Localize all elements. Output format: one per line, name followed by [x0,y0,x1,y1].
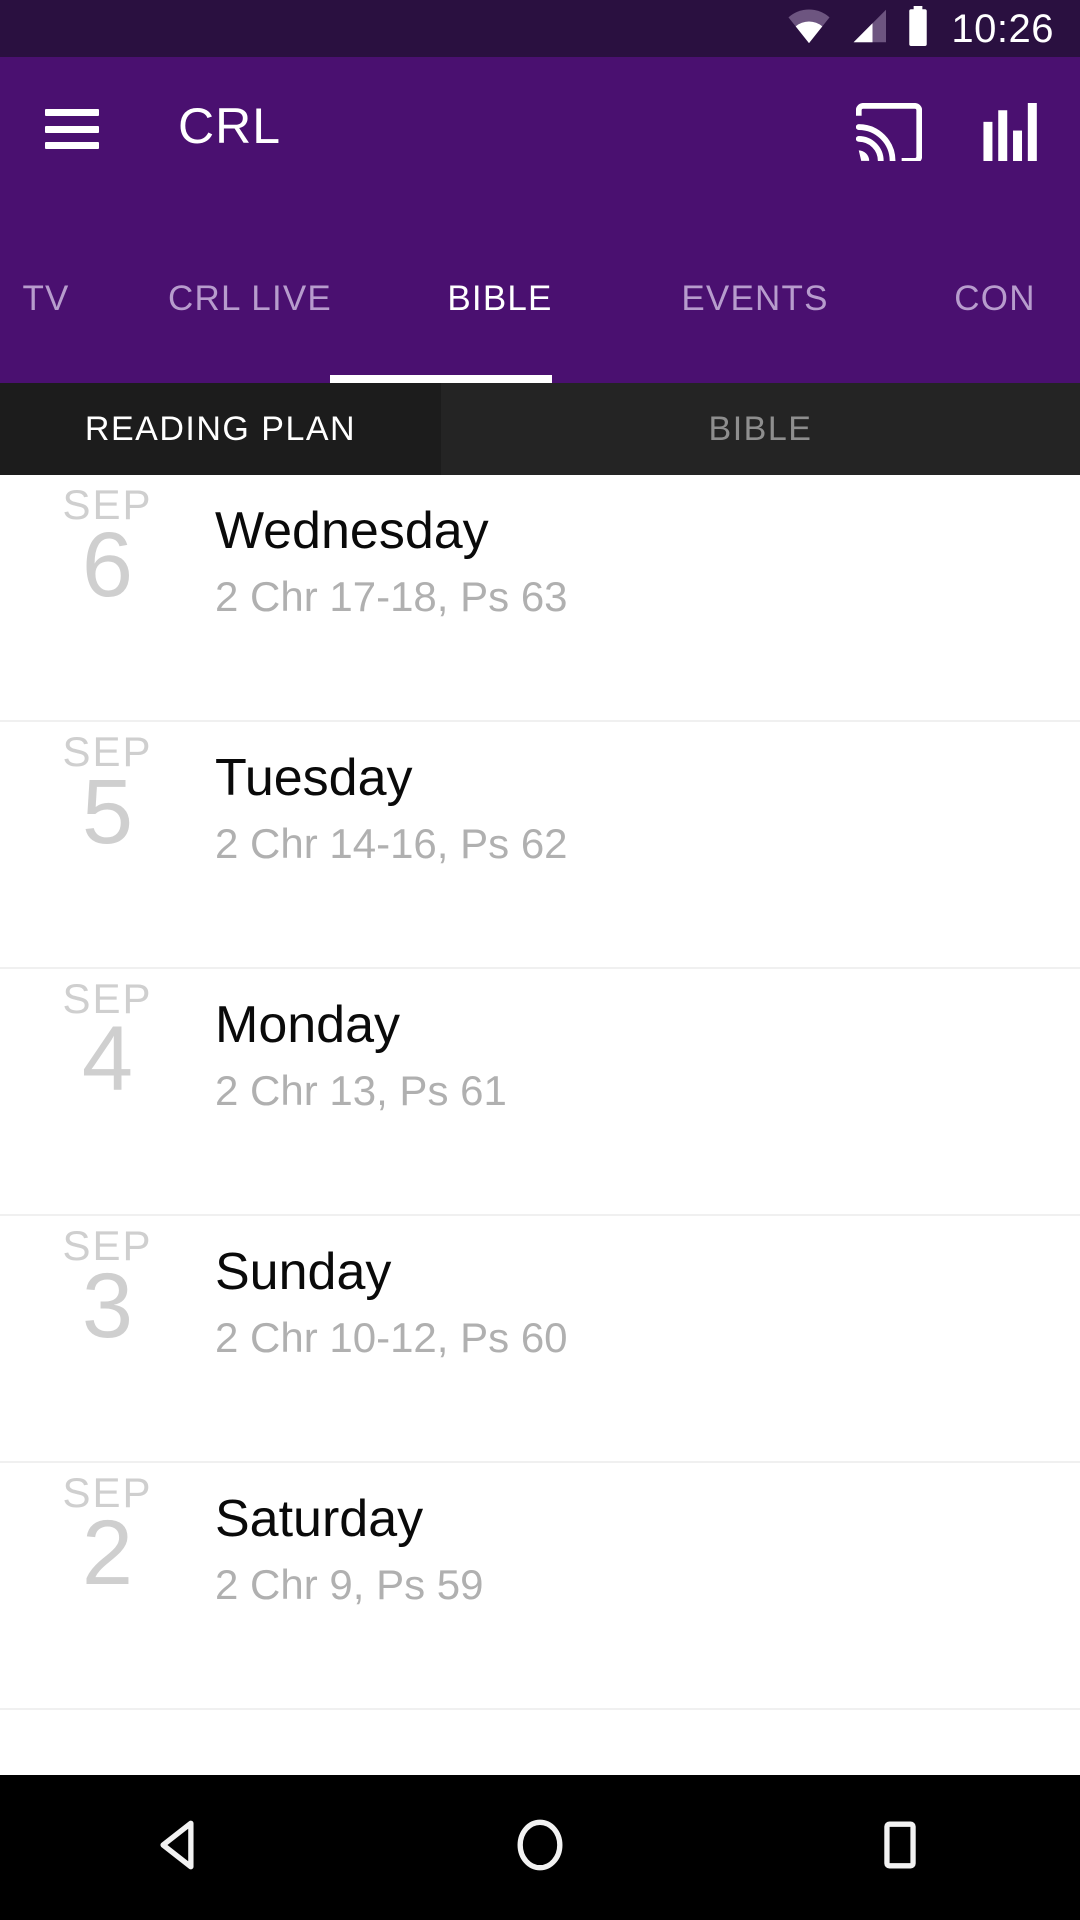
hamburger-menu-icon[interactable] [45,109,99,149]
passage-label: 2 Chr 14-16, Ps 62 [215,820,568,868]
day-number: 5 [81,761,134,864]
system-navigation-bar [0,1775,1080,1920]
tab-label: CON [954,279,1036,318]
app-bar: CRL [0,57,1080,215]
tab-bible[interactable]: BIBLE [370,215,630,383]
day-number: 6 [81,514,134,617]
subtab-bible[interactable]: BIBLE [441,383,1080,475]
status-bar-clock: 10:26 [951,6,1054,51]
date-column: SEP 2 [0,1463,215,1605]
table-row[interactable]: SEP 2 Saturday 2 Chr 9, Ps 59 [0,1463,1080,1710]
weekday-label: Wednesday [215,502,489,560]
weekday-label: Sunday [215,1243,392,1301]
status-icons [787,6,931,51]
wifi-icon [787,8,831,49]
status-bar: 10:26 [0,0,1080,57]
back-button[interactable] [105,1775,255,1920]
home-button[interactable] [465,1775,615,1920]
passage-label: 2 Chr 13, Ps 61 [215,1067,507,1115]
cast-icon[interactable] [855,102,923,166]
tab-events[interactable]: EVENTS [630,215,880,383]
subtab-reading-plan[interactable]: READING PLAN [0,383,441,475]
tab-label: TV [22,279,70,318]
tab-connect[interactable]: CON [880,215,1080,383]
battery-icon [905,6,931,51]
entry-text: Monday 2 Chr 13, Ps 61 [215,969,507,1114]
passage-label: 2 Chr 17-18, Ps 63 [215,573,568,621]
entry-text: Sunday 2 Chr 10-12, Ps 60 [215,1216,568,1361]
day-number: 4 [81,1008,134,1111]
active-tab-indicator [330,375,552,383]
recents-square-icon [871,1816,929,1879]
weekday-label: Monday [215,996,400,1054]
recents-button[interactable] [825,1775,975,1920]
equalizer-icon[interactable] [982,103,1040,166]
date-column: SEP 6 [0,475,215,617]
entry-text: Tuesday 2 Chr 14-16, Ps 62 [215,722,568,867]
page-title: CRL [178,98,282,154]
passage-label: 2 Chr 10-12, Ps 60 [215,1314,568,1362]
secondary-tab-bar: READING PLAN BIBLE [0,383,1080,475]
table-row[interactable]: SEP 6 Wednesday 2 Chr 17-18, Ps 63 [0,475,1080,722]
date-column: SEP 3 [0,1216,215,1358]
day-number: 3 [81,1255,134,1358]
tab-label: EVENTS [681,279,829,318]
primary-tab-strip: TV CRL LIVE BIBLE EVENTS CON [0,215,1080,383]
subtab-label: BIBLE [708,409,813,448]
app-bar-actions [855,102,1040,166]
weekday-label: Tuesday [215,749,413,807]
weekday-label: Saturday [215,1490,424,1548]
home-circle-icon [511,1816,569,1879]
date-column: SEP 5 [0,722,215,864]
primary-tab-bar: TV CRL LIVE BIBLE EVENTS CON [0,215,1080,383]
tab-tv[interactable]: TV [0,215,130,383]
tab-crl-live[interactable]: CRL LIVE [130,215,370,383]
date-column: SEP 4 [0,969,215,1111]
table-row[interactable]: SEP 4 Monday 2 Chr 13, Ps 61 [0,969,1080,1216]
reading-plan-list[interactable]: SEP 6 Wednesday 2 Chr 17-18, Ps 63 SEP 5… [0,475,1080,1775]
tab-label: BIBLE [447,279,553,318]
day-number: 2 [81,1502,134,1605]
passage-label: 2 Chr 9, Ps 59 [215,1561,484,1609]
phone-screen: 10:26 CRL TV CRL LIVE BIBLE EVENTS CON R… [0,0,1080,1920]
tab-label: CRL LIVE [168,279,332,318]
table-row[interactable]: SEP 5 Tuesday 2 Chr 14-16, Ps 62 [0,722,1080,969]
entry-text: Saturday 2 Chr 9, Ps 59 [215,1463,483,1608]
cellular-signal-icon [847,8,889,49]
back-triangle-icon [151,1816,209,1879]
subtab-label: READING PLAN [84,409,357,448]
entry-text: Wednesday 2 Chr 17-18, Ps 63 [215,475,568,620]
table-row[interactable]: SEP 3 Sunday 2 Chr 10-12, Ps 60 [0,1216,1080,1463]
